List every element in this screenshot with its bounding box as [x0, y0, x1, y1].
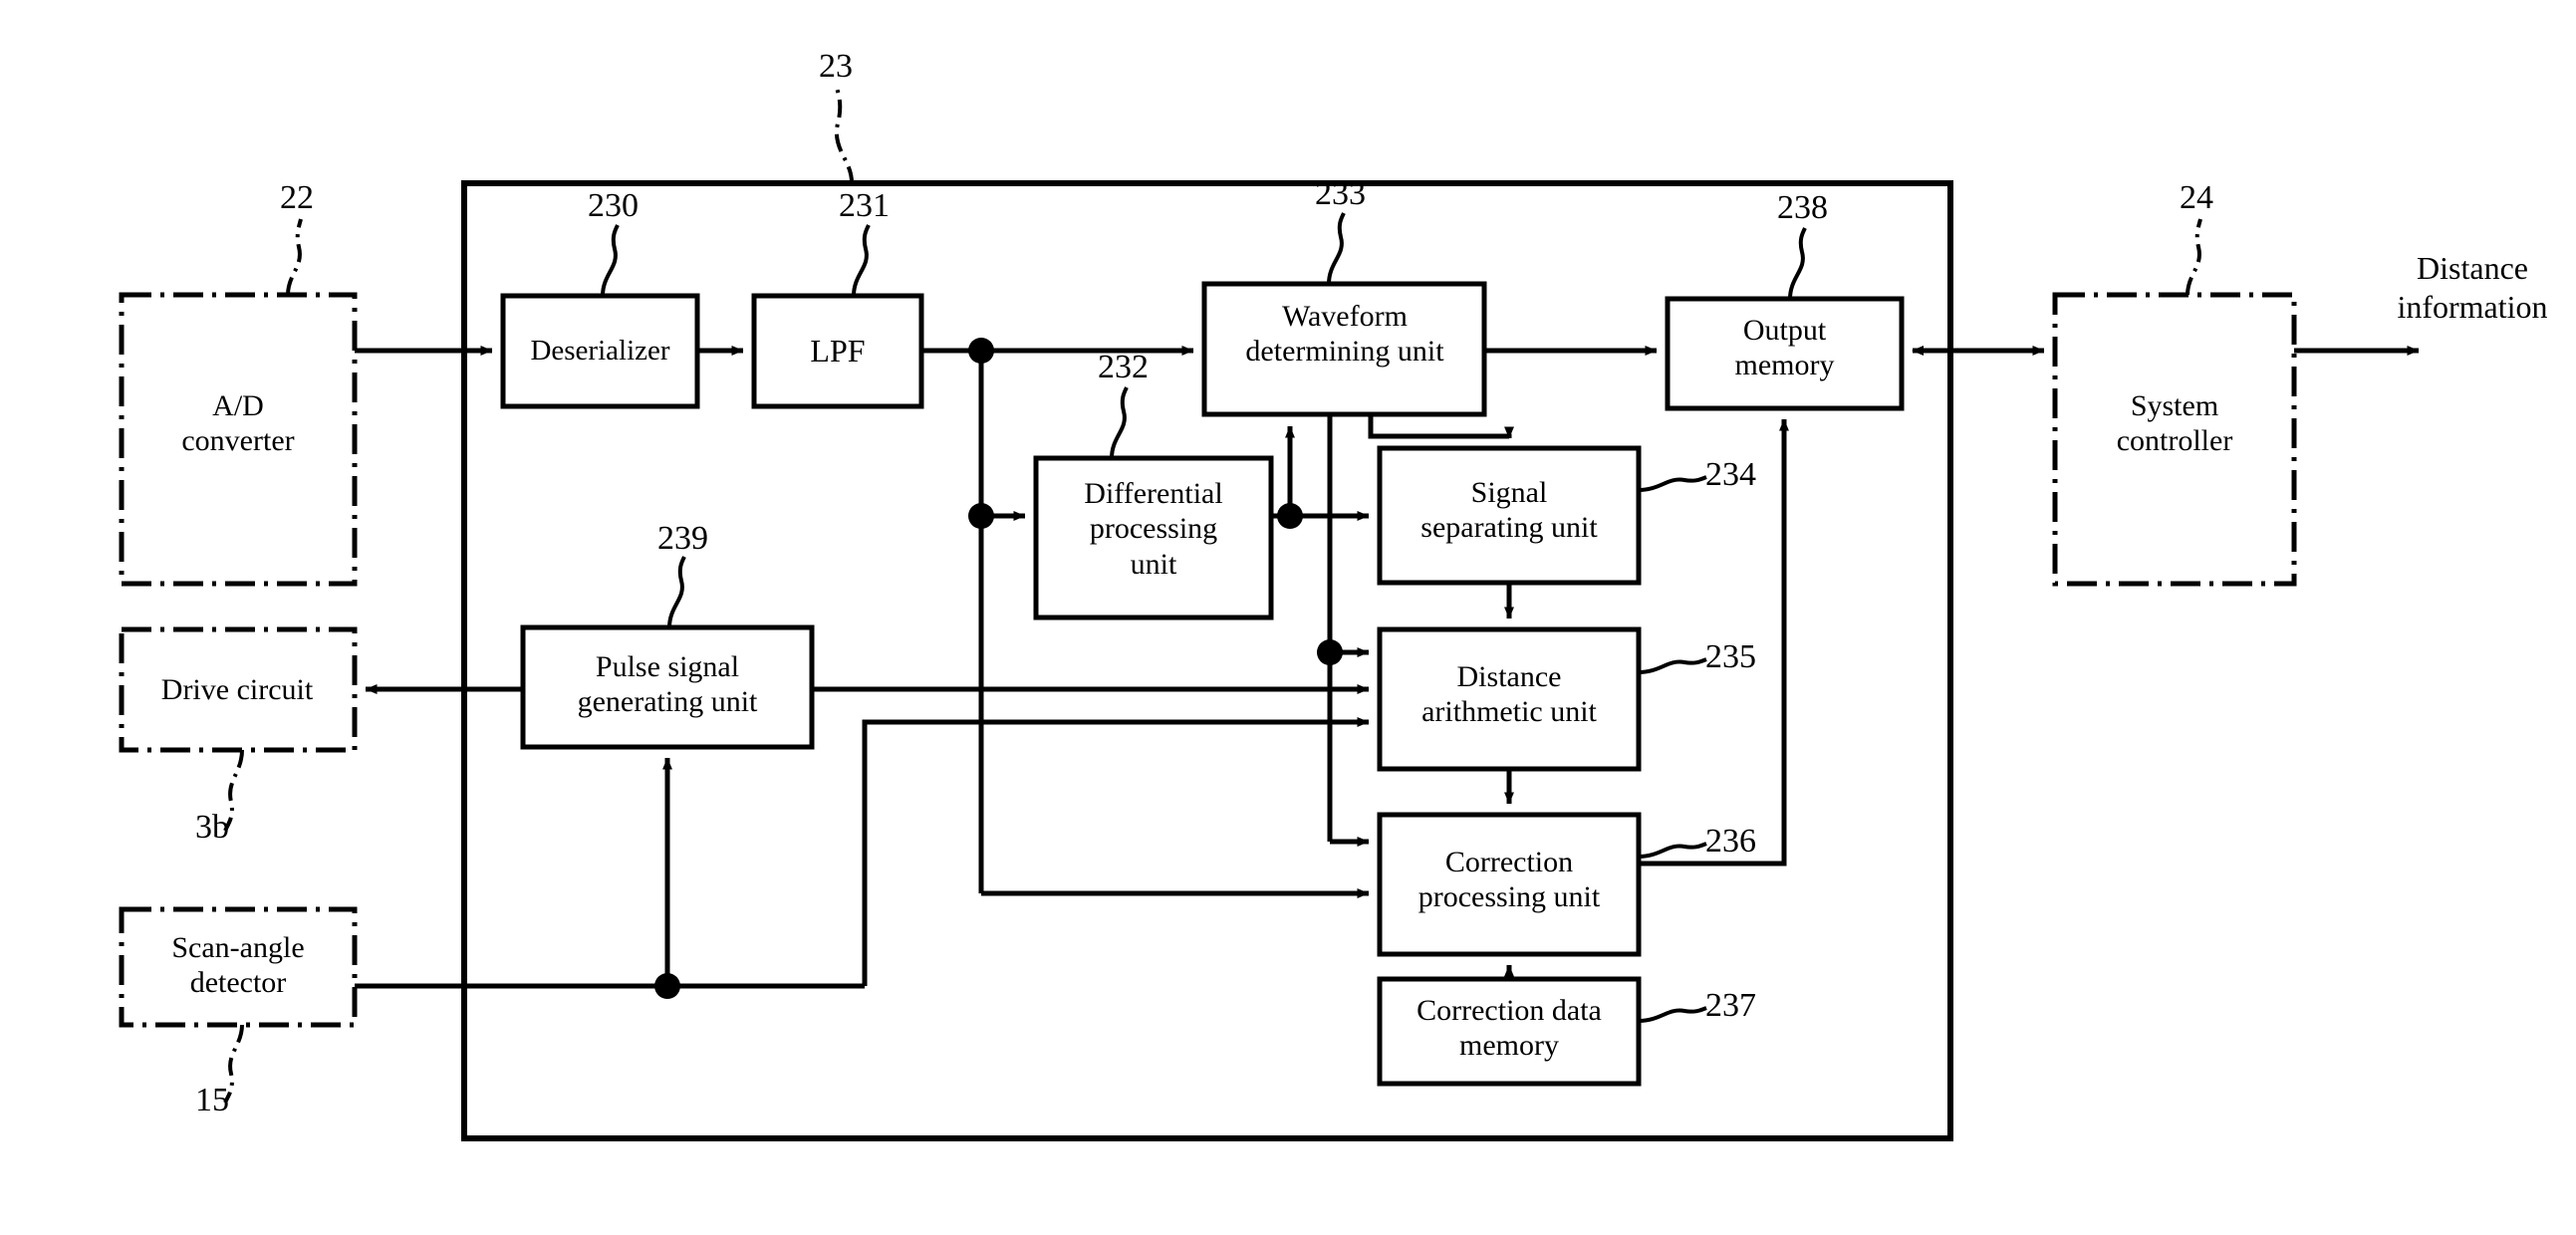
ref-numeral-22: 22 — [280, 179, 314, 216]
box-pulse-signal-generating-unit — [520, 624, 815, 750]
ref-numeral-3b: 3b — [195, 809, 229, 846]
junction-dots — [654, 338, 1343, 999]
leader-236 — [1638, 842, 1707, 859]
label-distance-info-line1: Distance — [2417, 250, 2528, 286]
box-waveform-determining-unit — [1201, 281, 1487, 417]
leader-230 — [601, 224, 620, 297]
box-system-controller — [2052, 292, 2297, 587]
leader-238 — [1788, 227, 1807, 300]
junction-dot-lpf-out — [968, 338, 994, 364]
leader-233 — [1327, 212, 1346, 285]
ref-numeral-15: 15 — [195, 1082, 229, 1118]
ref-numeral-23: 23 — [819, 48, 853, 85]
box-lpf — [751, 293, 924, 409]
leader-235 — [1638, 657, 1707, 674]
ref-numeral-237: 237 — [1705, 987, 1756, 1024]
leader-231 — [852, 224, 871, 297]
ref-numeral-232: 232 — [1098, 349, 1149, 385]
box-correction-processing-unit — [1377, 812, 1642, 957]
box-signal-separating-unit — [1377, 445, 1642, 586]
box-differential-processing-unit — [1033, 455, 1274, 620]
leader-22 — [286, 218, 303, 296]
leader-239 — [667, 556, 686, 628]
label-distance-information: Distance information — [2369, 249, 2576, 327]
leader-24 — [2186, 218, 2202, 296]
ref-numeral-235: 235 — [1705, 638, 1756, 675]
ref-numeral-238: 238 — [1777, 189, 1828, 226]
leader-23 — [834, 87, 855, 185]
wire-scanangle-to-distance — [862, 717, 1370, 986]
leader-234 — [1638, 475, 1707, 492]
box-scan-angle-detector — [119, 906, 358, 1028]
junction-dot-scanangle — [654, 973, 680, 999]
wire-waveform-to-signal-separating — [1368, 414, 1514, 439]
box-drive-circuit — [119, 626, 358, 753]
leader-237 — [1638, 1006, 1707, 1023]
box-distance-arithmetic-unit — [1377, 626, 1642, 772]
box-output-memory — [1665, 296, 1905, 411]
ref-numeral-239: 239 — [657, 520, 708, 557]
junction-dot-differential-in — [968, 503, 994, 529]
box-deserializer — [500, 293, 700, 409]
ref-numeral-24: 24 — [2180, 179, 2213, 216]
leader-232 — [1110, 386, 1129, 459]
box-correction-data-memory — [1377, 976, 1642, 1087]
figure-canvas: A/D converter Drive circuit Scan-angle d… — [0, 0, 2576, 1235]
ref-numeral-236: 236 — [1705, 823, 1756, 860]
junction-dot-distance-in — [1317, 639, 1343, 665]
ref-numeral-234: 234 — [1705, 456, 1756, 493]
junction-dot-differential-out — [1277, 503, 1303, 529]
box-ad-converter — [119, 292, 358, 587]
ref-numeral-231: 231 — [839, 187, 890, 224]
ref-numeral-230: 230 — [588, 187, 639, 224]
label-distance-info-line2: information — [2397, 289, 2548, 326]
ref-numeral-233: 233 — [1315, 175, 1366, 212]
